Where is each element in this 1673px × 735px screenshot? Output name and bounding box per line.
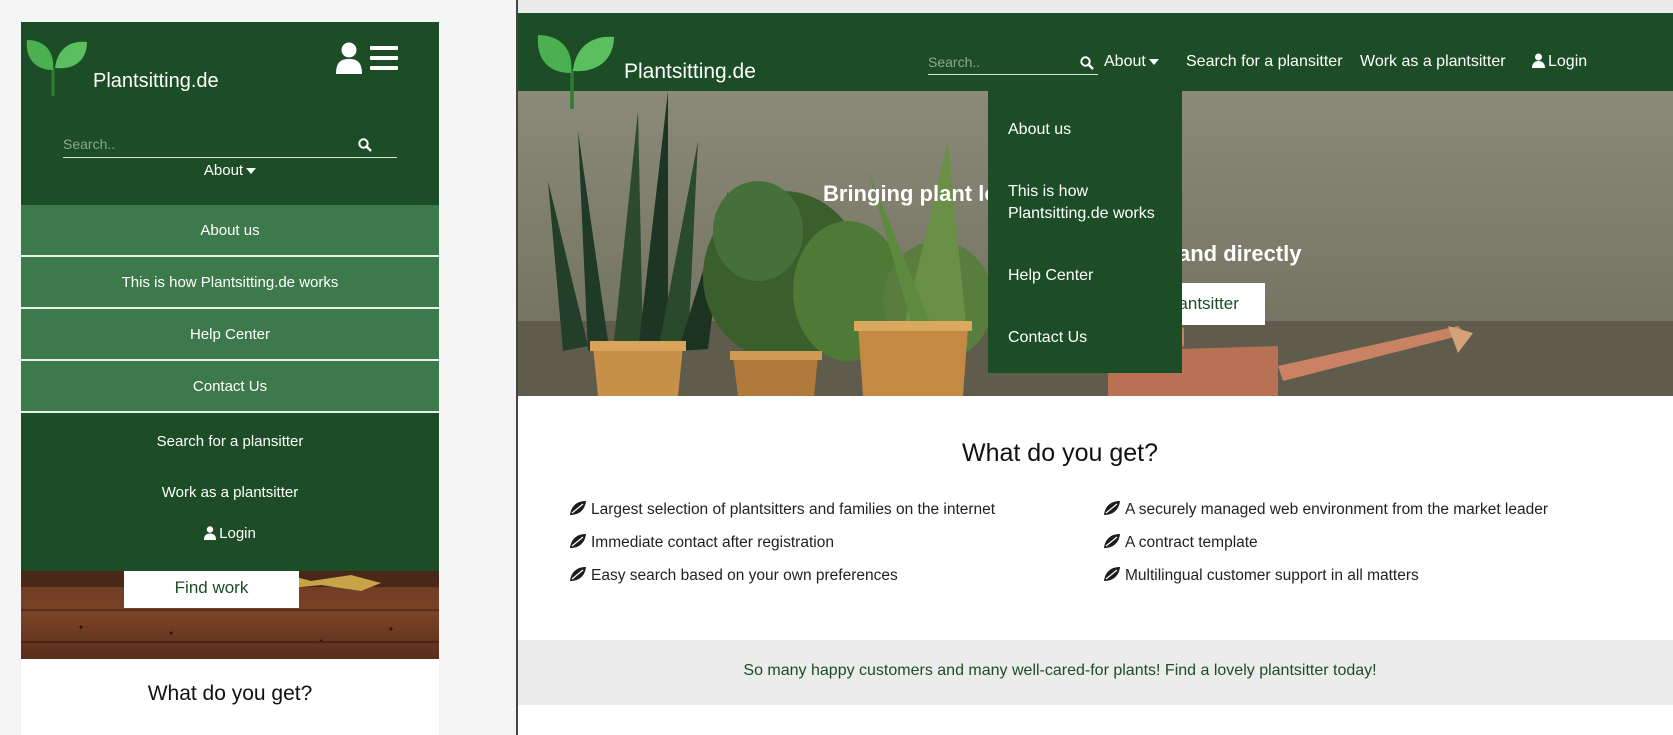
desktop-preview: Plantsitting.de Search.. About Search fo… bbox=[518, 13, 1673, 735]
feature-text: A contract template bbox=[1125, 534, 1258, 551]
brand-name[interactable]: Plantsitting.de bbox=[624, 60, 756, 84]
feature-item: Multilingual customer support in all mat… bbox=[1103, 566, 1419, 585]
section-title: What do you get? bbox=[962, 439, 1158, 467]
desktop-header: Plantsitting.de Search.. About Search fo… bbox=[518, 13, 1673, 91]
mobile-menu-help-center[interactable]: Help Center bbox=[21, 309, 439, 361]
menu-how-it-works[interactable]: This is how Plantsitting.de works bbox=[1008, 181, 1178, 225]
leaf-icon bbox=[570, 501, 586, 515]
feature-item: Immediate contact after registration bbox=[569, 533, 834, 552]
browser-top-strip bbox=[518, 0, 1673, 13]
banner-text: So many happy customers and many well-ca… bbox=[743, 662, 1377, 679]
testimonial-banner: So many happy customers and many well-ca… bbox=[518, 640, 1673, 705]
mobile-search-input[interactable]: Search.. bbox=[63, 130, 397, 158]
caret-down-icon bbox=[1148, 58, 1159, 65]
user-icon[interactable] bbox=[335, 42, 363, 74]
search-icon[interactable] bbox=[1080, 56, 1094, 70]
search-icon[interactable] bbox=[358, 138, 372, 152]
caret-down-icon bbox=[246, 168, 257, 175]
search-placeholder: Search.. bbox=[928, 54, 981, 70]
feature-item: Easy search based on your own preference… bbox=[569, 566, 898, 585]
find-work-button[interactable]: Find work bbox=[124, 571, 299, 608]
feature-text: A securely managed web environment from … bbox=[1125, 501, 1549, 518]
mobile-preview: Plantsitting.de Search.. About About us … bbox=[21, 22, 439, 735]
feature-item: A securely managed web environment from … bbox=[1103, 500, 1548, 519]
mobile-section-title: What do you get? bbox=[147, 682, 313, 705]
mobile-menu-about-us[interactable]: About us bbox=[21, 205, 439, 257]
menu-about-us[interactable]: About us bbox=[1008, 119, 1178, 141]
hero-subline: and directly bbox=[1178, 241, 1302, 266]
about-label: About bbox=[1104, 53, 1146, 70]
mobile-about-toggle[interactable]: About bbox=[21, 162, 439, 179]
menu-contact-us[interactable]: Contact Us bbox=[1008, 327, 1178, 349]
mobile-nav-work-plantsitter[interactable]: Work as a plantsitter bbox=[21, 484, 439, 501]
login-label: Login bbox=[219, 525, 256, 542]
feature-item: A contract template bbox=[1103, 533, 1258, 552]
nav-about[interactable]: About bbox=[1104, 53, 1159, 71]
login-label: Login bbox=[1548, 53, 1588, 70]
feature-text: Multilingual customer support in all mat… bbox=[1125, 567, 1419, 584]
mobile-nav: Search for a plansitter Work as a plants… bbox=[21, 413, 439, 571]
menu-help-center[interactable]: Help Center bbox=[1008, 265, 1178, 287]
mobile-nav-login[interactable]: Login bbox=[21, 525, 439, 542]
leaf-icon bbox=[1104, 567, 1120, 581]
nav-login[interactable]: Login bbox=[1532, 53, 1587, 71]
about-dropdown-menu: About us This is how Plantsitting.de wor… bbox=[988, 91, 1182, 373]
nav-search-plansitter[interactable]: Search for a plansitter bbox=[1186, 53, 1343, 71]
mobile-hero-image: Find work bbox=[21, 571, 439, 659]
leaf-icon bbox=[1104, 534, 1120, 548]
user-icon bbox=[204, 526, 217, 540]
feature-item: Largest selection of plantsitters and fa… bbox=[569, 500, 995, 519]
leaf-icon bbox=[570, 567, 586, 581]
brand-name[interactable]: Plantsitting.de bbox=[93, 70, 219, 93]
feature-text: Largest selection of plantsitters and fa… bbox=[591, 501, 996, 518]
mobile-nav-search-plansitter[interactable]: Search for a plansitter bbox=[21, 433, 439, 450]
mobile-header: Plantsitting.de Search.. About bbox=[21, 22, 439, 205]
search-placeholder: Search.. bbox=[63, 136, 116, 152]
feature-text: Easy search based on your own preference… bbox=[591, 567, 898, 584]
mobile-menu-how-it-works[interactable]: This is how Plantsitting.de works bbox=[21, 257, 439, 309]
desktop-search-input[interactable]: Search.. bbox=[928, 50, 1098, 75]
leaf-sprout-icon[interactable] bbox=[25, 36, 91, 100]
hamburger-menu-icon[interactable] bbox=[370, 46, 398, 70]
leaf-sprout-icon[interactable] bbox=[534, 29, 618, 111]
leaf-icon bbox=[1104, 501, 1120, 515]
mobile-about-dropdown: About us This is how Plantsitting.de wor… bbox=[21, 205, 439, 413]
about-label: About bbox=[203, 162, 244, 179]
leaf-icon bbox=[570, 534, 586, 548]
feature-text: Immediate contact after registration bbox=[591, 534, 834, 551]
user-icon bbox=[1532, 53, 1545, 68]
mobile-menu-contact-us[interactable]: Contact Us bbox=[21, 361, 439, 413]
nav-work-plantsitter[interactable]: Work as a plantsitter bbox=[1360, 53, 1506, 71]
